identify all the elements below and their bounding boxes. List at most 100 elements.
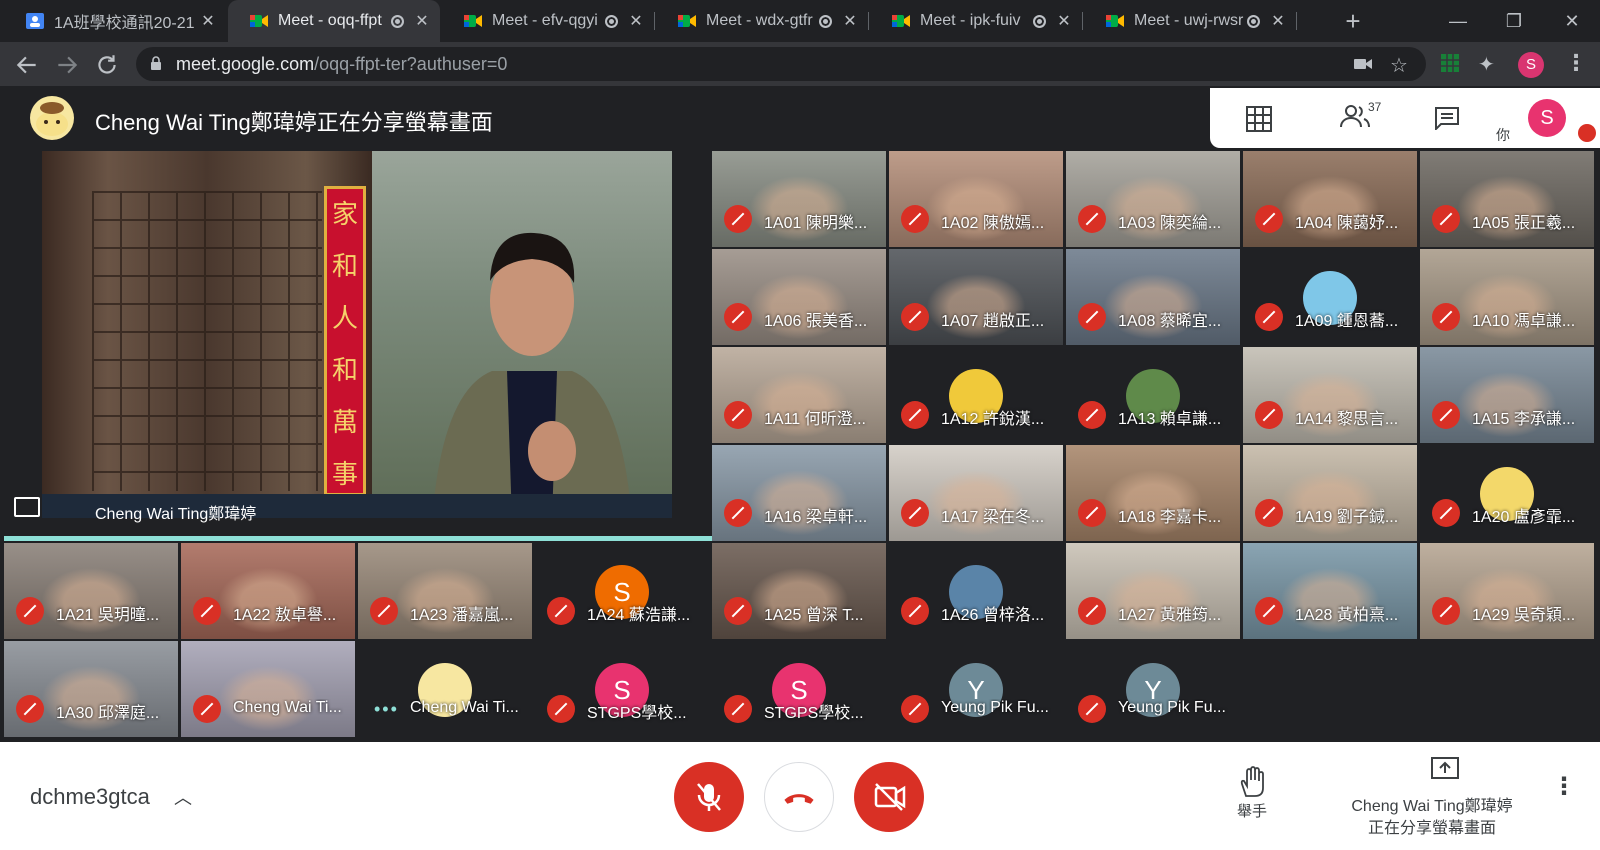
participant-name: 1A01 陳明樂... [764, 215, 868, 232]
mic-off-icon [901, 695, 929, 723]
window-close-button[interactable]: ✕ [1552, 6, 1592, 36]
tab-close-icon[interactable]: ✕ [1056, 11, 1072, 31]
address-bar[interactable]: meet.google.com/oqq-ffpt-ter?authuser=0 … [136, 47, 1426, 81]
screen-share-video[interactable]: 家 和 人 和 萬 事 [42, 151, 672, 518]
participant-tile[interactable]: 1A06 張美香... [712, 249, 886, 345]
chevron-up-icon[interactable]: ︿ [174, 784, 192, 810]
bookmark-star-icon[interactable]: ☆ [1390, 53, 1408, 78]
minimize-button[interactable]: — [1438, 6, 1478, 36]
participant-tile[interactable]: 1A21 吳玥曈... [4, 543, 178, 639]
tab-meet-wdx[interactable]: Meet - wdx-gtfr ✕ [656, 0, 868, 42]
tab-close-icon[interactable]: ✕ [414, 11, 430, 31]
participant-tile[interactable]: 1A19 劉子鍼... [1243, 445, 1417, 541]
participant-tile[interactable]: 1A17 梁在冬... [889, 445, 1063, 541]
people-icon[interactable] [1340, 104, 1370, 128]
participant-tile[interactable]: 1A04 陳藹妤... [1243, 151, 1417, 247]
participant-tile[interactable]: 1A25 曾深 T... [712, 543, 886, 639]
raise-hand-icon[interactable] [1230, 766, 1274, 798]
participant-tile[interactable]: Y Yeung Pik Fu... [889, 641, 1063, 737]
participant-name: 1A14 黎思言... [1295, 411, 1399, 428]
browser-menu-icon[interactable]: ⋮ [1565, 50, 1587, 76]
participant-tile[interactable]: 1A01 陳明樂... [712, 151, 886, 247]
participant-tile[interactable]: 1A15 李承謙... [1420, 347, 1594, 443]
participant-tile[interactable]: 1A28 黃柏熹... [1243, 543, 1417, 639]
tab-close-icon[interactable]: ✕ [628, 11, 644, 31]
tab-class-newsletter[interactable]: 1A班學校通訊20-21 ✕ [4, 0, 226, 42]
participant-name: 1A16 梁卓軒... [764, 509, 868, 526]
pudding-character-icon [36, 102, 68, 136]
participant-tile[interactable]: S 1A24 蘇浩謙... [535, 543, 709, 639]
participant-tile[interactable]: S STGPS學校... [535, 641, 709, 737]
participant-tile[interactable]: 1A27 黃雅筠... [1066, 543, 1240, 639]
mic-off-icon [724, 303, 752, 331]
participant-tile[interactable]: Cheng Wai Ti... [181, 641, 355, 737]
mic-off-icon [547, 597, 575, 625]
participant-name: 1A11 何昕澄... [764, 411, 866, 428]
layout-grid-icon[interactable] [1246, 106, 1272, 132]
couplet-char: 和 [331, 356, 358, 386]
camera-permission-icon[interactable] [1354, 56, 1372, 72]
participant-tile[interactable]: 1A14 黎思言... [1243, 347, 1417, 443]
participant-tile[interactable]: 1A02 陳傲嫣... [889, 151, 1063, 247]
participant-name: 1A08 蔡晞宜... [1118, 313, 1222, 330]
self-avatar[interactable]: S [1528, 99, 1566, 137]
active-speaker-indicator [4, 536, 712, 541]
more-options-icon[interactable]: ⋮ [1552, 772, 1576, 801]
reload-icon[interactable] [94, 52, 120, 78]
participant-tile[interactable]: 1A29 吳奇穎... [1420, 543, 1594, 639]
participant-tile[interactable]: 1A05 張正羲... [1420, 151, 1594, 247]
participant-tile[interactable]: 1A09 鍾恩蕎... [1243, 249, 1417, 345]
participant-tile[interactable]: 1A20 盧彥霏... [1420, 445, 1594, 541]
chat-icon[interactable] [1434, 106, 1460, 130]
participant-tile[interactable]: 1A10 馮卓謙... [1420, 249, 1594, 345]
mic-toggle-button[interactable] [674, 762, 744, 832]
participant-name: 1A28 黃柏熹... [1295, 607, 1399, 624]
tab-close-icon[interactable]: ✕ [842, 11, 858, 31]
participant-tile[interactable]: 1A18 李嘉卡... [1066, 445, 1240, 541]
participant-tile[interactable]: 1A26 曾梓洛... [889, 543, 1063, 639]
participant-tile[interactable]: 1A11 何昕澄... [712, 347, 886, 443]
tab-close-icon[interactable]: ✕ [200, 11, 216, 31]
camera-toggle-button[interactable] [854, 762, 924, 832]
participant-tile[interactable]: S STGPS學校... [712, 641, 886, 737]
participant-tile[interactable]: ••• Cheng Wai Ti... [358, 641, 532, 737]
participant-name: 1A24 蘇浩謙... [587, 607, 691, 624]
present-screen-icon[interactable] [1345, 756, 1545, 786]
profile-avatar[interactable]: S [1518, 52, 1544, 78]
mic-off-icon [1078, 401, 1106, 429]
camera-off-icon [874, 783, 906, 811]
extensions-puzzle-icon[interactable]: ✦ [1478, 52, 1495, 77]
participant-tile[interactable]: 1A16 梁卓軒... [712, 445, 886, 541]
mic-off-icon [1432, 499, 1460, 527]
leave-call-button[interactable] [764, 762, 834, 832]
new-tab-button[interactable]: + [1338, 6, 1368, 37]
mic-off-icon [547, 695, 575, 723]
participant-tile[interactable]: 1A23 潘嘉嵐... [358, 543, 532, 639]
mic-off-icon [724, 401, 752, 429]
participant-tile[interactable]: Y Yeung Pik Fu... [1066, 641, 1240, 737]
participant-tile[interactable]: 1A12 許銳漢... [889, 347, 1063, 443]
sheets-extension-icon[interactable] [1441, 54, 1459, 72]
participant-tile[interactable]: 1A22 敖卓譽... [181, 543, 355, 639]
participant-name: 1A27 黃雅筠... [1118, 607, 1222, 624]
presenting-title: Cheng Wai Ting鄭瑋婷正在分享螢幕畫面 [95, 110, 493, 135]
meeting-code[interactable]: dchme3gtca [30, 784, 150, 810]
participant-tile[interactable]: 1A03 陳奕綸... [1066, 151, 1240, 247]
mic-off-icon [697, 783, 721, 811]
back-icon[interactable] [14, 52, 40, 78]
tab-meet-uwj[interactable]: Meet - uwj-rwsr ✕ [1084, 0, 1296, 42]
restore-button[interactable]: ❐ [1494, 6, 1534, 36]
tab-close-icon[interactable]: ✕ [1270, 11, 1286, 31]
tab-meet-oqq[interactable]: Meet - oqq-ffpt ✕ [228, 0, 440, 42]
forward-icon[interactable] [54, 52, 80, 78]
mic-off-icon [16, 597, 44, 625]
tab-meet-ipk[interactable]: Meet - ipk-fuiv ✕ [870, 0, 1082, 42]
participant-tile[interactable]: 1A07 趙啟正... [889, 249, 1063, 345]
participant-tile[interactable]: 1A30 邱澤庭... [4, 641, 178, 737]
participant-tile[interactable]: 1A13 賴卓謙... [1066, 347, 1240, 443]
participant-name: 1A03 陳奕綸... [1118, 215, 1222, 232]
tab-meet-efv[interactable]: Meet - efv-qgyi ✕ [442, 0, 654, 42]
participant-name: Yeung Pik Fu... [941, 699, 1049, 716]
participant-name: 1A17 梁在冬... [941, 509, 1045, 526]
participant-tile[interactable]: 1A08 蔡晞宜... [1066, 249, 1240, 345]
